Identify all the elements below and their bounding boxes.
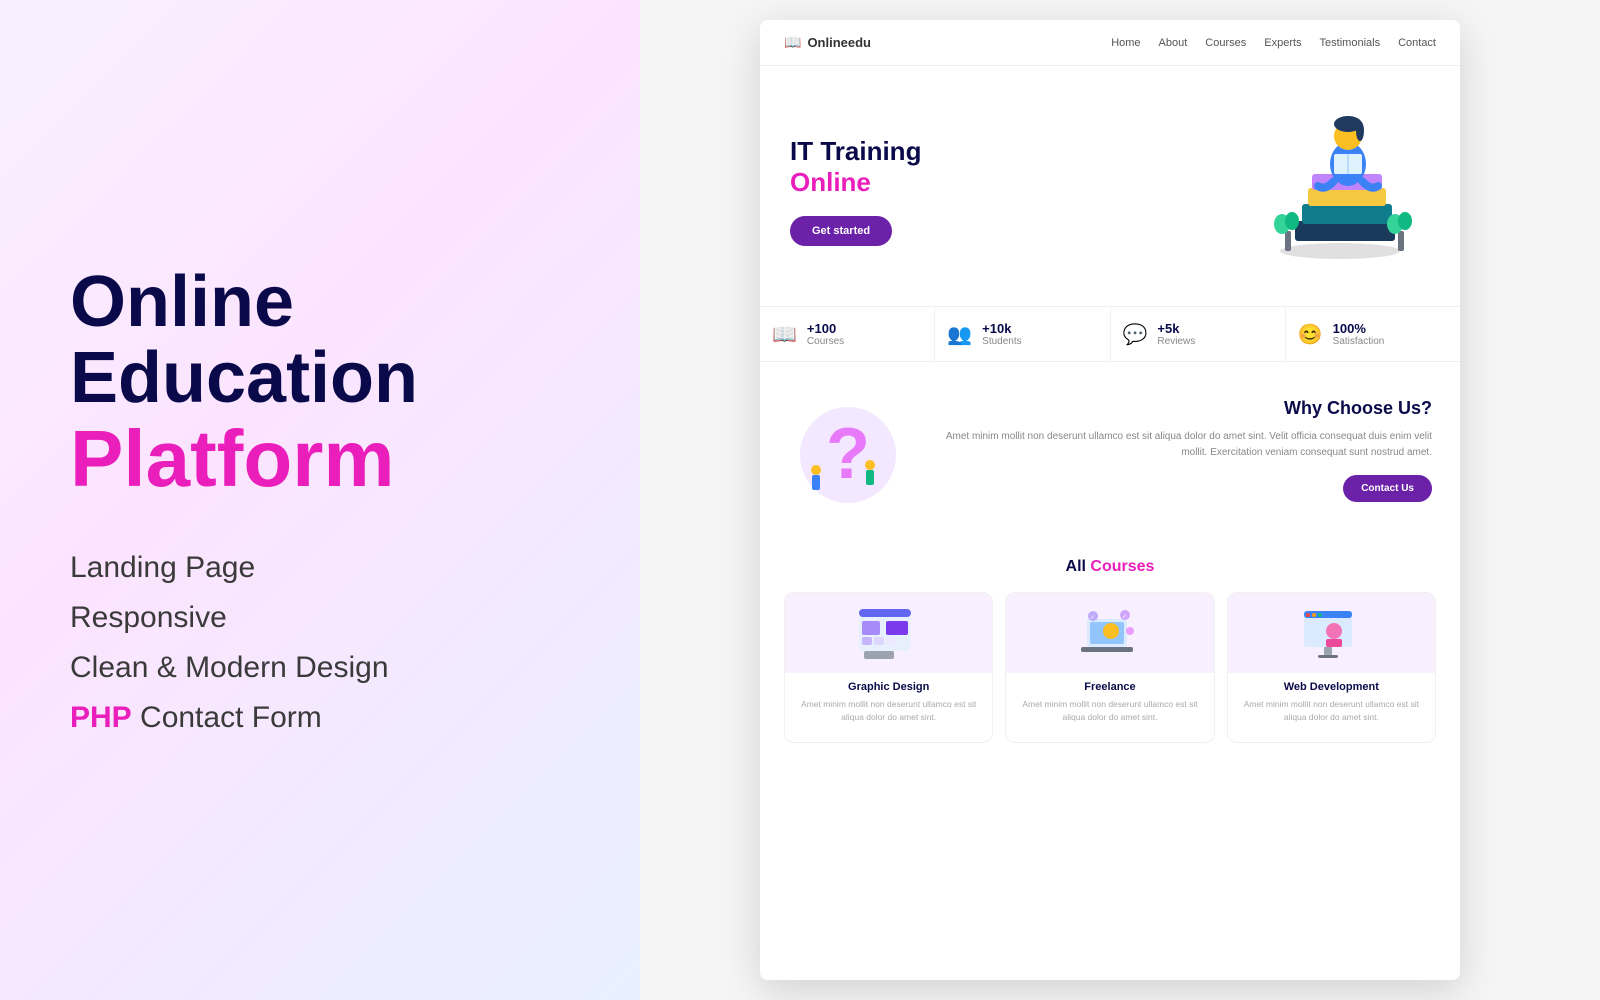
reviews-num: +5k bbox=[1157, 321, 1195, 336]
question-mark-illustration: ? bbox=[788, 390, 908, 510]
title-line3: Platform bbox=[70, 417, 570, 501]
courses-section: All Courses bbox=[760, 538, 1460, 980]
web-dev-img bbox=[1228, 593, 1435, 673]
courses-num: +100 bbox=[807, 321, 844, 336]
nav-experts[interactable]: Experts bbox=[1264, 37, 1301, 49]
courses-heading: All Courses bbox=[784, 558, 1436, 576]
students-icon: 👥 bbox=[947, 322, 972, 347]
php-label: PHP bbox=[70, 701, 132, 734]
stat-courses: 📖 +100 Courses bbox=[760, 307, 935, 361]
courses-heading-pink: Courses bbox=[1090, 558, 1154, 575]
hero-illustration bbox=[1230, 96, 1430, 286]
graphic-design-title: Graphic Design bbox=[795, 681, 982, 693]
contact-us-button[interactable]: Contact Us bbox=[1343, 475, 1432, 502]
web-dev-title: Web Development bbox=[1238, 681, 1425, 693]
hero-text: IT Training Online Get started bbox=[790, 136, 1230, 246]
book-icon: 📖 bbox=[784, 34, 801, 51]
hero-section: IT Training Online Get started bbox=[760, 66, 1460, 306]
title-line1: Online bbox=[70, 265, 570, 341]
nav-about[interactable]: About bbox=[1159, 37, 1188, 49]
feature-php-form: PHP Contact Form bbox=[70, 701, 570, 735]
students-label: Students bbox=[982, 336, 1021, 347]
satisfaction-num: 100% bbox=[1333, 321, 1385, 336]
freelance-img: ✓ ✓ bbox=[1006, 593, 1213, 673]
why-text: Why Choose Us? Amet minim mollit non des… bbox=[928, 398, 1432, 502]
logo-text: Onlineedu bbox=[807, 35, 871, 50]
reviews-label: Reviews bbox=[1157, 336, 1195, 347]
reviews-icon: 💬 bbox=[1123, 322, 1148, 347]
students-num: +10k bbox=[982, 321, 1021, 336]
title-block: Online Education Platform bbox=[70, 265, 570, 500]
svg-text:✓: ✓ bbox=[1090, 615, 1095, 621]
stat-students: 👥 +10k Students bbox=[935, 307, 1110, 361]
web-dev-desc: Amet minim mollit non deserunt ullamco e… bbox=[1238, 698, 1425, 724]
hero-title: IT Training bbox=[790, 136, 1230, 167]
left-panel: Online Education Platform Landing Page R… bbox=[0, 0, 640, 1000]
hero-subtitle: Online bbox=[790, 167, 1230, 198]
stats-row: 📖 +100 Courses 👥 +10k Students 💬 +5k Rev… bbox=[760, 306, 1460, 362]
navbar: 📖 Onlineedu Home About Courses Experts T… bbox=[760, 20, 1460, 66]
satisfaction-icon: 😊 bbox=[1298, 322, 1323, 347]
courses-label: Courses bbox=[807, 336, 844, 347]
why-desc: Amet minim mollit non deserunt ullamco e… bbox=[928, 429, 1432, 461]
graphic-design-img bbox=[785, 593, 992, 673]
course-card-freelance: ✓ ✓ Freelance Amet minim mollit non dese… bbox=[1005, 592, 1214, 743]
nav-links: Home About Courses Experts Testimonials … bbox=[1111, 37, 1436, 49]
feature-responsive: Responsive bbox=[70, 601, 570, 635]
right-panel: 📖 Onlineedu Home About Courses Experts T… bbox=[640, 0, 1600, 1000]
freelance-desc: Amet minim mollit non deserunt ullamco e… bbox=[1016, 698, 1203, 724]
why-title: Why Choose Us? bbox=[928, 398, 1432, 419]
feature-clean-design: Clean & Modern Design bbox=[70, 651, 570, 685]
nav-contact[interactable]: Contact bbox=[1398, 37, 1436, 49]
graphic-design-desc: Amet minim mollit non deserunt ullamco e… bbox=[795, 698, 982, 724]
course-card-graphic-design: Graphic Design Amet minim mollit non des… bbox=[784, 592, 993, 743]
freelance-title: Freelance bbox=[1016, 681, 1203, 693]
svg-text:?: ? bbox=[826, 414, 870, 494]
features-list: Landing Page Responsive Clean & Modern D… bbox=[70, 551, 570, 735]
nav-testimonials[interactable]: Testimonials bbox=[1320, 37, 1381, 49]
website-preview: 📖 Onlineedu Home About Courses Experts T… bbox=[760, 20, 1460, 980]
svg-text:✓: ✓ bbox=[1122, 614, 1127, 620]
course-card-web-dev: Web Development Amet minim mollit non de… bbox=[1227, 592, 1436, 743]
get-started-button[interactable]: Get started bbox=[790, 216, 892, 246]
title-line2: Education bbox=[70, 341, 570, 417]
nav-logo: 📖 Onlineedu bbox=[784, 34, 871, 51]
courses-grid: Graphic Design Amet minim mollit non des… bbox=[784, 592, 1436, 743]
stat-reviews: 💬 +5k Reviews bbox=[1111, 307, 1286, 361]
feature-landing-page: Landing Page bbox=[70, 551, 570, 585]
why-section: ? Why Choose Us? Amet minim mollit non d… bbox=[760, 362, 1460, 538]
satisfaction-label: Satisfaction bbox=[1333, 336, 1385, 347]
nav-home[interactable]: Home bbox=[1111, 37, 1140, 49]
stat-satisfaction: 😊 100% Satisfaction bbox=[1286, 307, 1460, 361]
courses-icon: 📖 bbox=[772, 322, 797, 347]
nav-courses[interactable]: Courses bbox=[1205, 37, 1246, 49]
